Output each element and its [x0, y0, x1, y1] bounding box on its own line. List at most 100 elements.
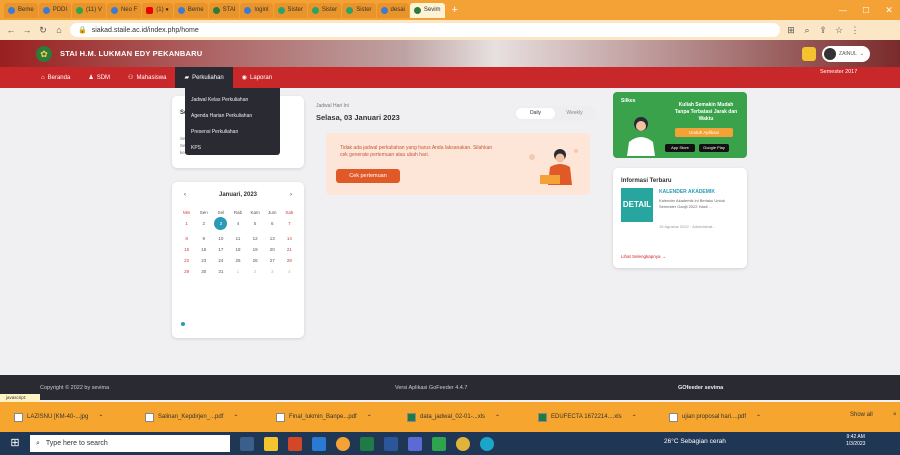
browser-tab[interactable]: Sister [273, 2, 307, 18]
toggle-weekly[interactable]: Weekly [555, 108, 594, 119]
download-item[interactable]: ujian proposal hari....pdf ⌃ [663, 402, 794, 432]
show-all-downloads-button[interactable]: Show all [850, 412, 873, 418]
calendar-day[interactable]: 19 [247, 247, 264, 252]
browser-tab[interactable]: PDDI [38, 2, 72, 18]
nav-item-laporan[interactable]: ◉ Laporan [233, 67, 281, 88]
google-play-badge[interactable]: Google Play [699, 144, 729, 152]
calendar-day[interactable]: 6 [264, 221, 281, 230]
browser-tab[interactable]: Beme [4, 2, 38, 18]
calendar-day[interactable]: 8 [178, 236, 195, 241]
browser-tab[interactable]: Sister [342, 2, 376, 18]
browser-tab[interactable]: loginl [240, 2, 273, 18]
info-thumbnail[interactable]: DETAIL [621, 188, 653, 222]
menu-item-agenda[interactable]: Agenda Harian Perkuliahan [185, 108, 280, 124]
chevron-up-icon[interactable]: ⌃ [233, 414, 238, 421]
calendar-day[interactable]: 3 [264, 269, 281, 274]
app-icon[interactable] [408, 436, 422, 451]
calendar-day[interactable]: 21 [281, 247, 298, 252]
calendar-day-today[interactable]: 3 [212, 217, 229, 230]
browser-tab[interactable]: Sister [307, 2, 342, 18]
weather-widget[interactable]: 26°C Sebagian cerah [664, 438, 726, 445]
browser-tab-active[interactable]: Sevim [409, 2, 445, 18]
minimize-icon[interactable]: — [832, 6, 854, 15]
info-more-link[interactable]: Lihat Selengkapnya → [621, 254, 666, 259]
calendar-day[interactable]: 10 [212, 236, 229, 241]
prev-month-button[interactable]: ‹ [184, 192, 186, 198]
calendar-day[interactable]: 14 [281, 236, 298, 241]
download-item[interactable]: Salinan_Kepdirjen_...pdf ⌃ [139, 402, 270, 432]
calendar-day[interactable]: 5 [247, 221, 264, 230]
calendar-day[interactable]: 24 [212, 258, 229, 263]
bookmark-icon[interactable]: ☆ [834, 25, 844, 36]
chevron-up-icon[interactable]: ⌃ [756, 414, 761, 421]
calendar-day[interactable]: 12 [247, 236, 264, 241]
nav-item-perkuliahan[interactable]: ▰ Perkuliahan [175, 67, 233, 88]
calendar-day[interactable]: 30 [195, 269, 212, 274]
browser-tab[interactable]: Neo F [106, 2, 142, 18]
browser-tab[interactable]: (11) V [72, 2, 106, 18]
excel-icon[interactable] [360, 436, 374, 451]
download-app-button[interactable]: Unduh Aplikasi [675, 128, 733, 137]
download-item[interactable]: EDUFECTA 1672214....xls ⌃ [532, 402, 663, 432]
nav-item-mahasiswa[interactable]: ⚇ Mahasiswa [119, 67, 175, 88]
home-icon[interactable]: ⌂ [54, 25, 64, 35]
address-bar[interactable]: 🔒 siakad.staile.ac.id/index.php/home [70, 23, 780, 37]
download-item[interactable]: Final_lukmin_Banpe...pdf ⌃ [270, 402, 401, 432]
next-month-button[interactable]: › [290, 192, 292, 198]
back-icon[interactable]: ← [6, 25, 16, 35]
app-icon[interactable] [456, 436, 470, 451]
browser-tab[interactable]: desai [376, 2, 409, 18]
menu-item-kps[interactable]: KPS [185, 140, 280, 156]
semester-selector[interactable]: Semester 2017 [820, 69, 857, 75]
calendar-day[interactable]: 23 [195, 258, 212, 263]
chrome-icon[interactable] [336, 436, 350, 451]
share-icon[interactable]: ⇪ [818, 25, 828, 36]
new-tab-button[interactable]: + [452, 4, 458, 16]
edge-icon[interactable] [480, 436, 494, 451]
reload-icon[interactable]: ↻ [38, 25, 48, 36]
download-item[interactable]: LAZISNU [KM-40-...jpg ⌃ [8, 402, 139, 432]
close-download-bar-icon[interactable]: × [893, 412, 897, 418]
menu-item-presensi[interactable]: Presensi Perkuliahan [185, 124, 280, 140]
calendar-day[interactable]: 7 [281, 221, 298, 230]
calendar-day[interactable]: 9 [195, 236, 212, 241]
browser-tab[interactable]: Beme [173, 2, 208, 18]
calendar-day[interactable]: 31 [212, 269, 229, 274]
mail-icon[interactable] [312, 436, 326, 451]
calendar-day[interactable]: 2 [247, 269, 264, 274]
task-view-icon[interactable] [240, 436, 254, 451]
calendar-day[interactable]: 22 [178, 258, 195, 263]
taskbar-search[interactable]: ⌕ Type here to search [30, 435, 230, 452]
calendar-day[interactable]: 1 [229, 269, 246, 274]
calendar-day[interactable]: 17 [212, 247, 229, 252]
user-menu[interactable]: ZAINUL ⌄ [822, 45, 870, 62]
notification-icon[interactable] [802, 46, 817, 61]
nav-item-beranda[interactable]: ⌂ Beranda [32, 67, 79, 88]
calendar-day[interactable]: 18 [229, 247, 246, 252]
calendar-day[interactable]: 2 [195, 221, 212, 230]
menu-icon[interactable]: ⋮ [850, 25, 860, 36]
browser-tab[interactable]: (1) ● [142, 2, 173, 18]
cek-pertemuan-button[interactable]: Cek pertemuan [336, 169, 400, 183]
system-clock[interactable]: 9:42 AM 1/3/2023 [846, 434, 865, 448]
forward-icon[interactable]: → [22, 25, 32, 35]
toggle-daily[interactable]: Daily [516, 108, 555, 119]
menu-item-jadwal[interactable]: Jadwal Kelas Perkuliahan [185, 92, 280, 108]
browser-tab[interactable]: STAI [208, 2, 240, 18]
calendar-day[interactable]: 26 [247, 258, 264, 263]
maximize-icon[interactable]: ☐ [855, 6, 877, 15]
calendar-day[interactable]: 16 [195, 247, 212, 252]
word-icon[interactable] [384, 436, 398, 451]
calendar-day[interactable]: 28 [281, 258, 298, 263]
calendar-day[interactable]: 29 [178, 269, 195, 274]
chevron-up-icon[interactable]: ⌃ [98, 414, 103, 421]
powerpoint-icon[interactable] [288, 436, 302, 451]
calendar-day[interactable]: 4 [281, 269, 298, 274]
extensions-icon[interactable]: ⊞ [786, 25, 796, 36]
zoom-icon[interactable]: ⌕ [802, 25, 812, 36]
chevron-up-icon[interactable]: ⌃ [632, 414, 637, 421]
nav-item-sdm[interactable]: ♟ SDM [79, 67, 119, 88]
calendar-day[interactable]: 25 [229, 258, 246, 263]
app-icon[interactable] [432, 436, 446, 451]
explorer-icon[interactable] [264, 436, 278, 451]
